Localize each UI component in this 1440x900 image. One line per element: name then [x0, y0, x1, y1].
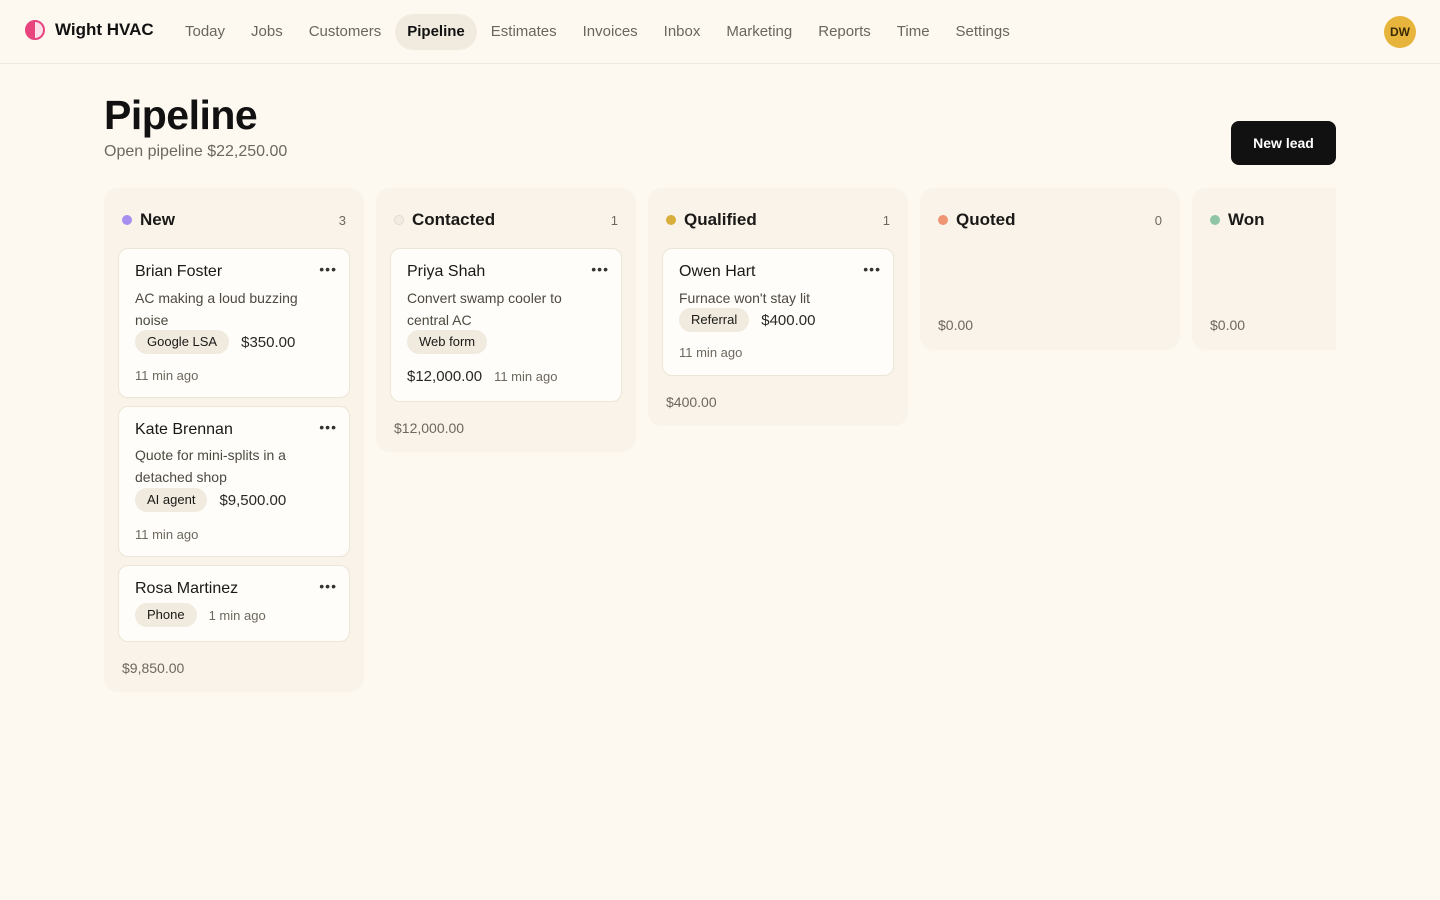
column-title: Contacted	[412, 210, 496, 229]
lead-amount: $350.00	[241, 333, 296, 351]
page-title: Pipeline	[104, 92, 258, 138]
lead-name: Kate Brennan	[135, 421, 233, 438]
nav-item-time[interactable]: Time	[885, 14, 942, 50]
lead-card[interactable]: Priya Shah ••• Convert swamp cooler to c…	[390, 248, 622, 402]
lead-description: AC making a loud buzzing noise	[135, 290, 298, 328]
stage-dot-icon	[666, 215, 676, 225]
column-title: Quoted	[956, 210, 1016, 229]
nav-item-pipeline[interactable]: Pipeline	[395, 14, 477, 50]
column-title: Qualified	[684, 210, 757, 229]
lead-timestamp: 1 min ago	[208, 607, 266, 623]
column-total: $12,000.00	[394, 420, 465, 436]
lead-description: Quote for mini-splits in a detached shop	[135, 447, 286, 485]
nav-item-reports[interactable]: Reports	[806, 14, 883, 50]
lead-timestamp: 11 min ago	[135, 527, 199, 542]
more-options-icon[interactable]: •••	[591, 261, 609, 277]
column-quoted: Quoted 0 $0.00	[920, 188, 1180, 350]
app-logo-icon	[25, 20, 45, 40]
nav-item-inbox[interactable]: Inbox	[652, 14, 713, 50]
lead-card[interactable]: Rosa Martinez ••• Phone 1 min ago	[118, 565, 350, 642]
lead-name: Brian Foster	[135, 263, 223, 280]
lead-amount: $9,500.00	[219, 491, 287, 509]
nav-item-estimates[interactable]: Estimates	[479, 14, 569, 50]
column-count: 1	[882, 212, 890, 228]
lead-timestamp: 11 min ago	[494, 369, 558, 384]
app-name: Wight HVAC	[55, 20, 154, 39]
lead-name: Owen Hart	[679, 263, 756, 280]
lead-timestamp: 11 min ago	[135, 368, 199, 383]
nav-item-settings[interactable]: Settings	[944, 14, 1022, 50]
column-count: 3	[338, 212, 346, 228]
lead-card[interactable]: Owen Hart ••• Furnace won't stay lit Ref…	[662, 248, 894, 376]
more-options-icon[interactable]: •••	[319, 578, 337, 594]
column-count: 0	[1154, 212, 1162, 228]
stage-dot-icon	[1210, 215, 1220, 225]
pipeline-board: New 3 Brian Foster ••• AC making a loud …	[104, 188, 1336, 708]
lead-name: Priya Shah	[407, 263, 486, 280]
column-contacted: Contacted 1 Priya Shah ••• Convert swamp…	[376, 188, 636, 452]
lead-source-tag: Google LSA	[135, 330, 230, 354]
column-total: $9,850.00	[122, 660, 185, 676]
nav-item-today[interactable]: Today	[173, 14, 237, 50]
stage-dot-icon	[122, 215, 132, 225]
brand[interactable]: Wight HVAC	[25, 20, 154, 40]
nav-item-jobs[interactable]: Jobs	[239, 14, 295, 50]
stage-dot-icon	[394, 215, 404, 225]
column-total: $400.00	[666, 394, 717, 410]
column-title: New	[140, 210, 175, 229]
nav-item-customers[interactable]: Customers	[297, 14, 394, 50]
main-nav: Today Jobs Customers Pipeline Estimates …	[173, 14, 1024, 50]
lead-name: Rosa Martinez	[135, 580, 239, 597]
column-count: 1	[610, 212, 618, 228]
nav-item-marketing[interactable]: Marketing	[714, 14, 804, 50]
more-options-icon[interactable]: •••	[319, 261, 337, 277]
top-navigation-bar: Wight HVAC Today Jobs Customers Pipeline…	[0, 0, 1440, 64]
lead-amount: $12,000.00	[407, 368, 483, 385]
column-qualified: Qualified 1 Owen Hart ••• Furnace won't …	[648, 188, 908, 426]
column-total: $0.00	[938, 317, 974, 333]
lead-amount: $400.00	[761, 311, 816, 329]
nav-item-invoices[interactable]: Invoices	[571, 14, 650, 50]
column-won: Won $0.00	[1192, 188, 1336, 350]
column-total: $0.00	[1210, 317, 1246, 333]
lead-description: Convert swamp cooler to central AC	[407, 290, 562, 328]
more-options-icon[interactable]: •••	[319, 419, 337, 435]
column-title: Won	[1228, 210, 1265, 229]
column-new: New 3 Brian Foster ••• AC making a loud …	[104, 188, 364, 692]
lead-source-tag: Referral	[679, 308, 750, 332]
lead-source-tag: AI agent	[135, 488, 208, 512]
new-lead-button[interactable]: New lead	[1231, 121, 1336, 165]
user-avatar[interactable]: DW	[1384, 16, 1416, 48]
more-options-icon[interactable]: •••	[863, 261, 881, 277]
lead-source-tag: Phone	[135, 603, 197, 627]
open-pipeline-total: Open pipeline $22,250.00	[104, 143, 288, 160]
lead-description: Furnace won't stay lit	[679, 290, 811, 306]
lead-card[interactable]: Kate Brennan ••• Quote for mini-splits i…	[118, 406, 350, 557]
lead-card[interactable]: Brian Foster ••• AC making a loud buzzin…	[118, 248, 350, 398]
lead-timestamp: 11 min ago	[679, 345, 743, 360]
stage-dot-icon	[938, 215, 948, 225]
lead-source-tag: Web form	[407, 330, 488, 354]
